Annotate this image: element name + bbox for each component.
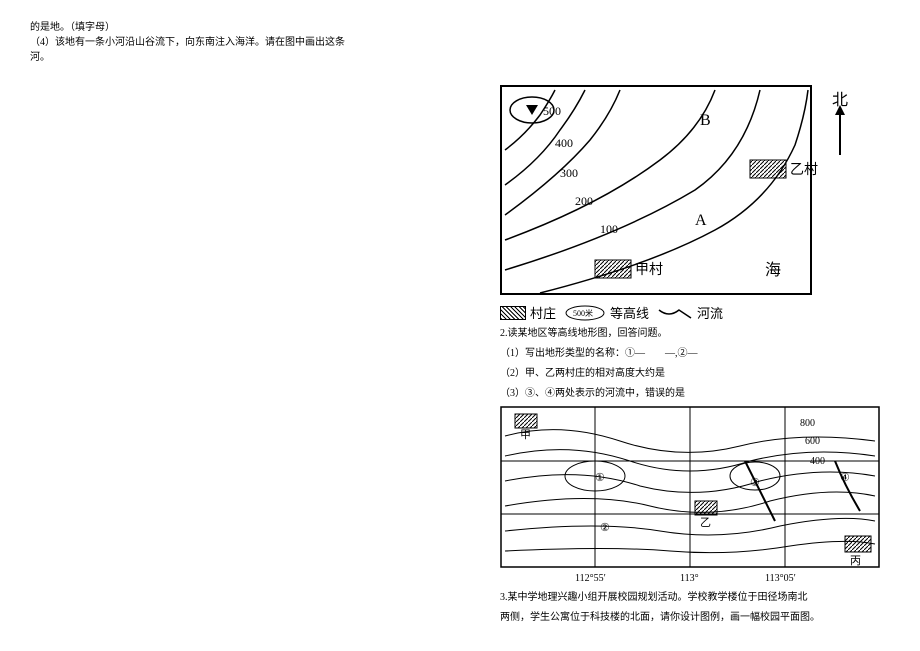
river-legend-icon [657,304,693,322]
legend-river: 河流 [697,303,723,322]
village-legend-icon [500,306,526,320]
contour-label-300: 300 [560,166,578,180]
contour-label-500: 500 [543,104,561,118]
contour-label-200: 200 [575,194,593,208]
marker-4: ④ [840,472,850,484]
q2-sub1: （1）写出地形类型的名称：①— —,②— [500,346,895,362]
contour-label-400: 400 [555,136,573,150]
contour-label-100: 100 [600,222,618,236]
label-a: A [695,212,707,229]
label-jia2: 甲 [520,429,531,441]
legend-contour: 等高线 [610,303,649,322]
contour-map-2: 800 600 400 ① ② ③ ④ 甲 乙 丙 112°55′ 113° 1… [500,406,880,586]
marker-3: ③ [750,477,760,489]
svg-text:600: 600 [805,436,820,447]
label-jia: 甲村 [635,262,663,278]
label-sea: 海 [765,261,781,279]
left-text-line3: 河。 [30,50,370,65]
q2-sub3: （3）③、④两处表示的河流中，错误的是 [500,386,895,402]
legend-village: 村庄 [530,303,556,322]
svg-text:800: 800 [800,418,815,429]
svg-text:400: 400 [810,456,825,467]
label-b: B [700,112,711,129]
map1-legend: 村庄 500米 等高线 河流 [500,303,895,322]
left-text-line2: （4）该地有一条小河沿山谷流下，向东南注入海洋。请在图中画出这条 [30,35,370,50]
q2-sub2: （2）甲、乙两村庄的相对高度大约是 [500,366,895,382]
marker-2: ② [600,522,610,534]
lon-2: 113° [680,573,699,584]
q3-line2: 两侧，学生公寓位于科技楼的北面，请你设计图例，画一幅校园平面图。 [500,610,895,626]
label-yi: 乙村 [790,162,818,178]
village-yi-icon [750,160,786,178]
label-bing: 丙 [850,555,861,567]
left-text-line1: 的是地。（填字母） [30,20,370,35]
q2-title: 2.读某地区等高线地形图，回答问题。 [500,326,895,342]
label-yi2: 乙 [700,516,711,529]
q3-line1: 3.某中学地理兴趣小组开展校园规划活动。学校教学楼位于田径场南北 [500,590,895,606]
svg-text:500米: 500米 [573,308,593,318]
contour-map-1: 500 400 300 200 100 A B 甲村 乙村 海 北 [500,85,860,295]
marker-1: ① [595,472,605,484]
lon-1: 112°55′ [575,573,606,584]
contour-legend-icon: 500米 [564,304,606,322]
lon-3: 113°05′ [765,573,796,584]
village-jia-icon [595,260,631,278]
